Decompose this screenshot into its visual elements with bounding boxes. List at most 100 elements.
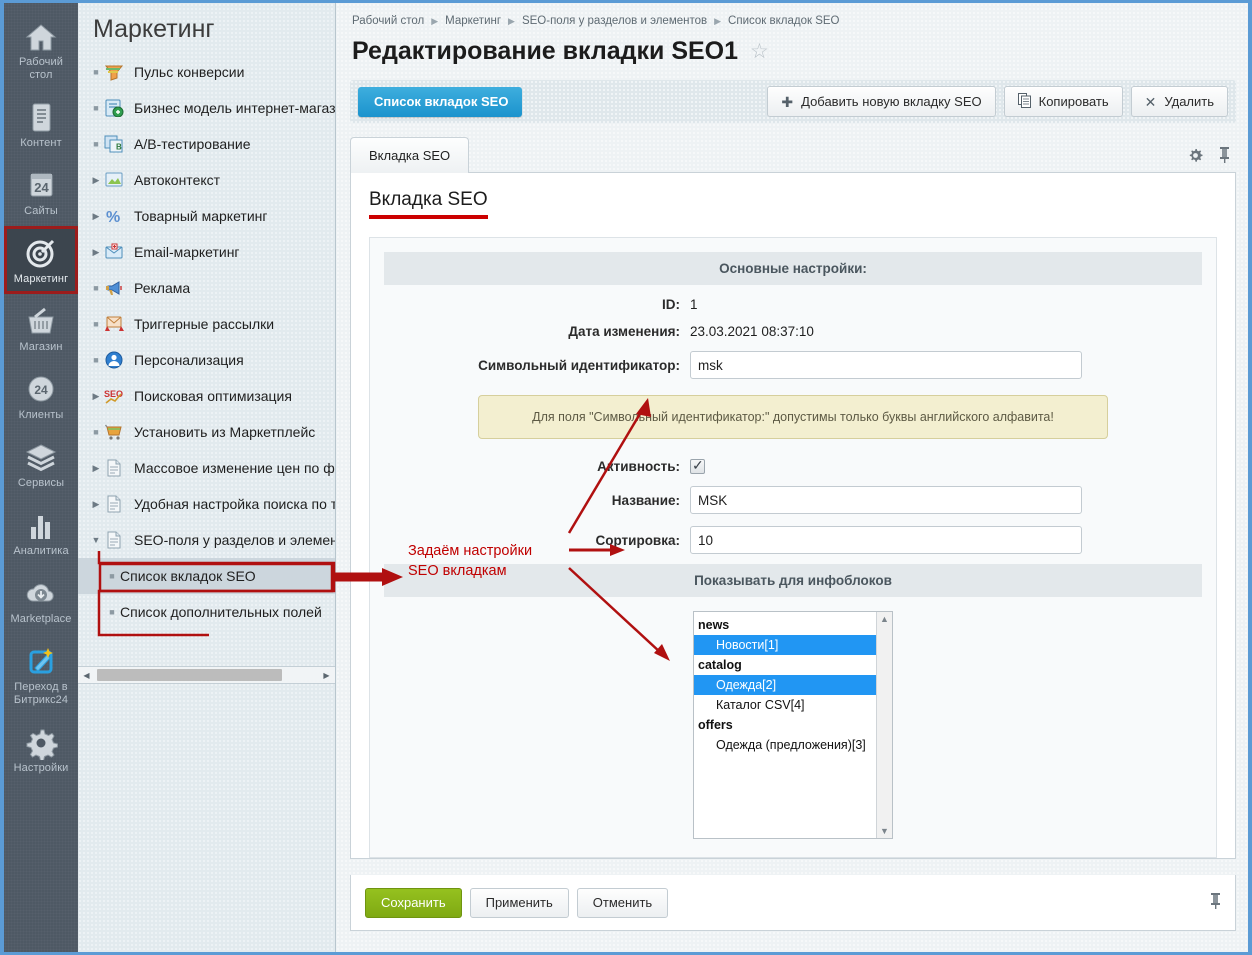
menu-item-seo-fields[interactable]: ▼ SEO-поля у разделов и элемент (78, 522, 335, 558)
infoblocks-band: Показывать для инфоблоков (384, 564, 1202, 597)
home-icon (6, 17, 76, 55)
menu-item-trigger-mailings[interactable]: ■ Триггерные рассылки (78, 306, 335, 342)
rail-label: Сервисы (6, 477, 76, 490)
list-item[interactable]: Одежда (предложения)[3] (694, 735, 876, 755)
seo-icon: SEO (104, 387, 130, 405)
megaphone-icon (104, 279, 130, 297)
chevron-down-icon[interactable]: ▼ (880, 826, 889, 836)
code-input[interactable] (690, 351, 1082, 379)
rail-item-shop[interactable]: Магазин (4, 294, 78, 362)
basket-icon (6, 302, 76, 340)
list-item[interactable]: Новости[1] (694, 635, 876, 655)
chevron-right-icon: ▶ (88, 499, 104, 510)
svg-text:24: 24 (34, 180, 49, 195)
rail-label: Рабочий стол (6, 56, 76, 82)
copy-button[interactable]: Копировать (1004, 86, 1123, 117)
action-toolbar: Список вкладок SEO ✚ Добавить новую вкла… (350, 80, 1236, 123)
apply-button[interactable]: Применить (470, 888, 569, 918)
rail-item-settings[interactable]: Настройки (4, 715, 78, 783)
field-row-date-modified: Дата изменения: 23.03.2021 08:37:10 (370, 324, 1216, 339)
code-label: Символьный идентификатор: (370, 358, 690, 373)
rail-label: Клиенты (6, 409, 76, 422)
name-input[interactable] (690, 486, 1082, 514)
rail-item-marketing[interactable]: Маркетинг (4, 226, 78, 294)
rail-label: Marketplace (6, 613, 76, 626)
bullet-icon: ■ (88, 427, 104, 437)
sort-input[interactable] (690, 526, 1082, 554)
menu-item-mass-price-change[interactable]: ▶ Массовое изменение цен по фи. (78, 450, 335, 486)
back-to-seo-tabs-list-button[interactable]: Список вкладок SEO (358, 87, 522, 117)
menu-item-conversion-pulse[interactable]: ■ Пульс конверсии (78, 54, 335, 90)
menu-item-label: Реклама (134, 280, 190, 296)
rail-item-content[interactable]: Контент (4, 90, 78, 158)
list-item[interactable]: offers (694, 715, 876, 735)
save-button[interactable]: Сохранить (365, 888, 462, 918)
rail-item-sites[interactable]: 24 Сайты (4, 158, 78, 226)
rail-item-services[interactable]: Сервисы (4, 430, 78, 498)
rail-item-analytics[interactable]: Аналитика (4, 498, 78, 566)
chevron-up-icon[interactable]: ▲ (880, 614, 889, 624)
bar-chart-icon (6, 506, 76, 544)
breadcrumb-item-marketing[interactable]: Маркетинг (445, 15, 501, 27)
menu-item-install-marketplace[interactable]: ■ Установить из Маркетплейс (78, 414, 335, 450)
add-seo-tab-label: Добавить новую вкладку SEO (801, 94, 982, 109)
menu-item-search-setup[interactable]: ▶ Удобная настройка поиска по то (78, 486, 335, 522)
chevron-right-icon: ▶ (88, 463, 104, 474)
breadcrumb-separator-icon: ▶ (714, 16, 721, 27)
breadcrumb-item-seo-fields[interactable]: SEO-поля у разделов и элементов (522, 15, 707, 27)
rail-label: Аналитика (6, 545, 76, 558)
menu-item-seo-optimization[interactable]: ▶ SEO Поисковая оптимизация (78, 378, 335, 414)
rail-item-marketplace[interactable]: Marketplace (4, 566, 78, 634)
chevron-down-icon: ▼ (88, 535, 104, 545)
menu-item-extra-fields-list[interactable]: ■ Список дополнительных полей (78, 594, 335, 630)
menu-horizontal-scrollbar[interactable]: ◀ ▶ (78, 666, 335, 684)
infoblocks-scrollbar[interactable]: ▲ ▼ (876, 612, 892, 838)
active-checkbox[interactable] (690, 459, 705, 474)
menu-item-email-marketing[interactable]: ▶ Email-маркетинг (78, 234, 335, 270)
main-settings-band: Основные настройки: (384, 252, 1202, 285)
list-item[interactable]: news (694, 615, 876, 635)
breadcrumb-separator-icon: ▶ (431, 16, 438, 27)
add-seo-tab-button[interactable]: ✚ Добавить новую вкладку SEO (767, 86, 995, 117)
menu-item-label: Установить из Маркетплейс (134, 424, 315, 440)
breadcrumb-item-desktop[interactable]: Рабочий стол (352, 15, 424, 27)
scroll-right-icon[interactable]: ▶ (318, 671, 335, 680)
menu-item-business-model[interactable]: ■ Бизнес модель интернет-магазин (78, 90, 335, 126)
menu-item-label: Триггерные рассылки (134, 316, 274, 332)
rail-item-clients[interactable]: 24 Клиенты (4, 362, 78, 430)
menu-item-autocontext[interactable]: ▶ Автоконтекст (78, 162, 335, 198)
pin-icon[interactable] (1219, 147, 1230, 166)
star-outline-icon[interactable]: ☆ (750, 41, 769, 62)
menu-item-advertising[interactable]: ■ Реклама (78, 270, 335, 306)
tab-seo[interactable]: Вкладка SEO (350, 137, 469, 173)
list-item[interactable]: catalog (694, 655, 876, 675)
menu-item-seo-tabs-list[interactable]: ■ Список вкладок SEO (78, 558, 335, 594)
funnel-icon (104, 63, 130, 81)
delete-button[interactable]: ✕ Удалить (1131, 86, 1228, 117)
scroll-left-icon[interactable]: ◀ (78, 671, 95, 680)
rail-item-desktop[interactable]: Рабочий стол (4, 9, 78, 90)
menu-item-ab-testing[interactable]: ■ B A/B-тестирование (78, 126, 335, 162)
list-item[interactable]: Каталог CSV[4] (694, 695, 876, 715)
tab-strip: Вкладка SEO (350, 137, 1236, 173)
menu-item-label: Персонализация (134, 352, 244, 368)
infoblocks-options: news Новости[1] catalog Одежда[2] Катало… (694, 612, 876, 838)
settings-card: Основные настройки: ID: 1 Дата изменения… (369, 237, 1217, 858)
id-value: 1 (690, 297, 698, 312)
list-item[interactable]: Одежда[2] (694, 675, 876, 695)
toolbar-right-group: ✚ Добавить новую вкладку SEO Копировать … (767, 86, 1228, 117)
section-heading: Вкладка SEO (369, 189, 488, 219)
rail-item-bitrix24[interactable]: Переход в Битрикс24 (4, 634, 78, 715)
pin-icon[interactable] (1210, 893, 1221, 913)
scrollbar-thumb[interactable] (97, 669, 282, 681)
tab-strip-icons (1188, 147, 1236, 172)
app-window: Рабочий стол Контент 24 Сайты Маркетинг … (4, 3, 1248, 952)
cancel-button[interactable]: Отменить (577, 888, 668, 918)
business-model-icon (104, 99, 130, 117)
percent-icon: % (104, 207, 130, 225)
menu-item-personalization[interactable]: ■ Персонализация (78, 342, 335, 378)
infoblocks-listbox[interactable]: news Новости[1] catalog Одежда[2] Катало… (693, 611, 893, 839)
breadcrumb-item-seo-tabs[interactable]: Список вкладок SEO (728, 15, 839, 27)
menu-item-product-marketing[interactable]: ▶ % Товарный маркетинг (78, 198, 335, 234)
gear-icon[interactable] (1188, 148, 1203, 166)
